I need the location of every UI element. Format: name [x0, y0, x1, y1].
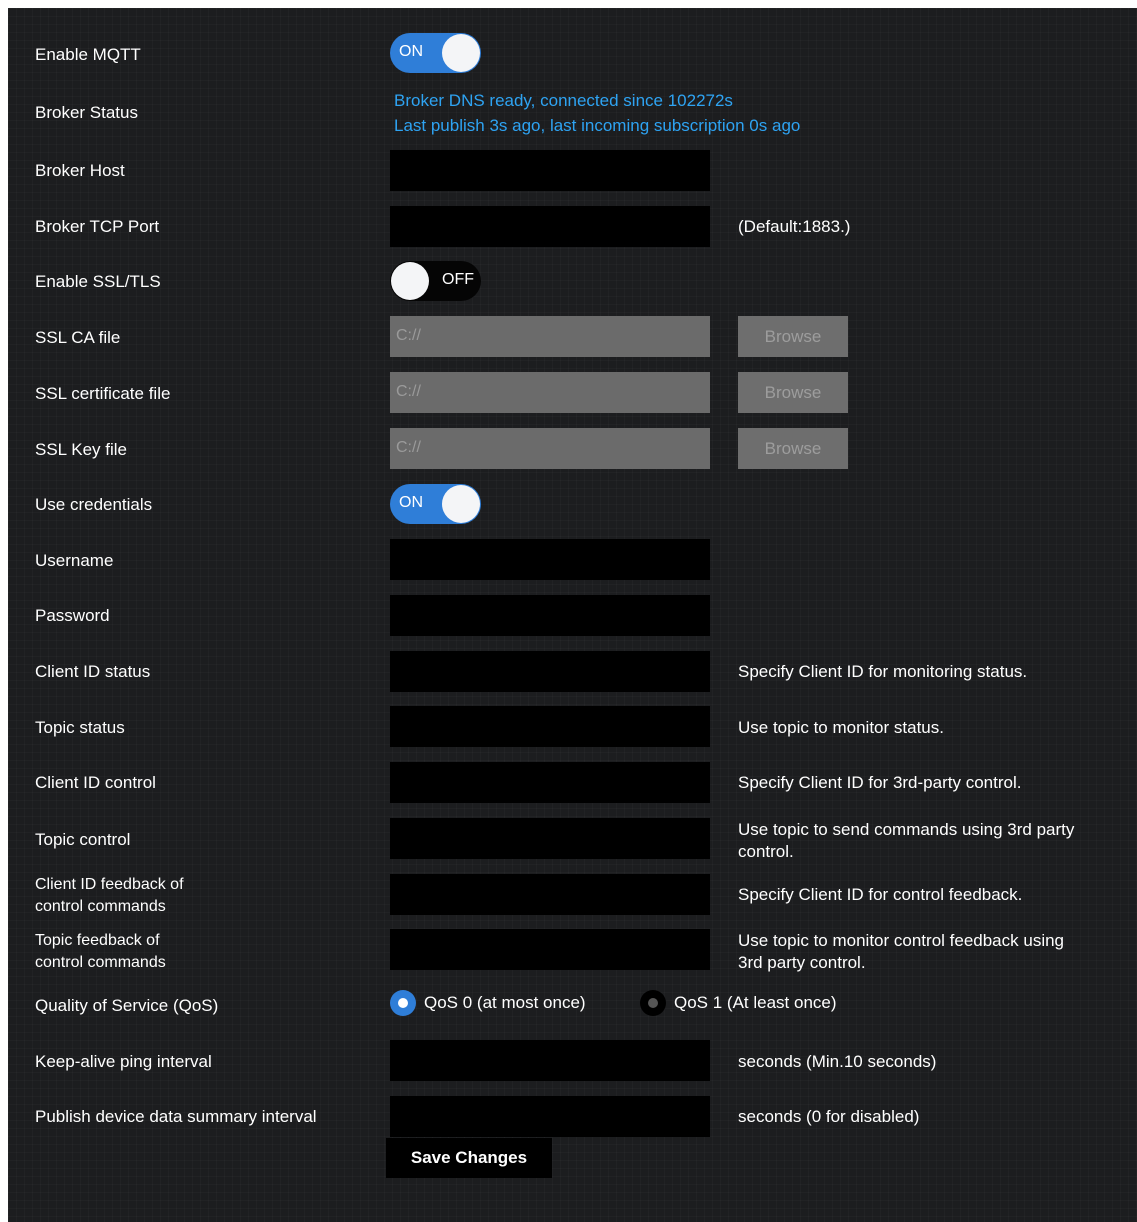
- broker-status-line-2: Last publish 3s ago, last incoming subsc…: [394, 116, 801, 135]
- toggle-knob: [442, 485, 480, 523]
- client-id-status-input[interactable]: [390, 651, 710, 692]
- qos-0-radio-option[interactable]: QoS 0 (at most once): [390, 990, 586, 1016]
- enable-ssl-label: Enable SSL/TLS: [35, 272, 161, 291]
- username-input[interactable]: [390, 539, 710, 580]
- toggle-knob: [442, 34, 480, 72]
- topic-feedback-hint-line-1: Use topic to monitor control feedback us…: [738, 931, 1065, 950]
- ssl-key-placeholder: C://: [396, 439, 421, 456]
- radio-selected-icon[interactable]: [390, 990, 416, 1016]
- toggle-state-text: ON: [399, 494, 423, 511]
- username-label: Username: [35, 551, 114, 570]
- client-id-feedback-label-line-2: control commands: [35, 898, 166, 915]
- ssl-cert-label: SSL certificate file: [35, 384, 171, 403]
- client-id-status-hint: Specify Client ID for monitoring status.: [738, 662, 1028, 681]
- save-changes-button[interactable]: Save Changes: [386, 1138, 552, 1178]
- client-id-control-label: Client ID control: [35, 773, 156, 792]
- toggle-state-text: ON: [399, 43, 423, 60]
- toggle-knob: [391, 262, 429, 300]
- ssl-cert-input[interactable]: C://: [390, 372, 710, 413]
- client-id-status-label: Client ID status: [35, 662, 151, 681]
- client-id-feedback-label-line-1: Client ID feedback of: [35, 876, 184, 893]
- topic-feedback-label-line-1: Topic feedback of: [35, 932, 160, 949]
- use-credentials-toggle[interactable]: ON: [390, 484, 481, 524]
- ssl-cert-placeholder: C://: [396, 383, 421, 400]
- ssl-key-label: SSL Key file: [35, 440, 127, 459]
- keepalive-hint: seconds (Min.10 seconds): [738, 1052, 937, 1071]
- enable-mqtt-toggle[interactable]: ON: [390, 33, 481, 73]
- client-id-feedback-hint: Specify Client ID for control feedback.: [738, 885, 1023, 904]
- qos-0-label: QoS 0 (at most once): [424, 993, 586, 1012]
- enable-ssl-toggle[interactable]: OFF: [390, 261, 481, 301]
- radio-unselected-icon[interactable]: [640, 990, 666, 1016]
- ssl-key-browse-button[interactable]: Browse: [738, 428, 848, 469]
- client-id-feedback-input[interactable]: [390, 874, 710, 915]
- client-id-control-input[interactable]: [390, 762, 710, 803]
- keepalive-input[interactable]: [390, 1040, 710, 1081]
- ssl-ca-placeholder: C://: [396, 327, 421, 344]
- qos-1-radio-option[interactable]: QoS 1 (At least once): [640, 990, 837, 1016]
- client-id-control-hint: Specify Client ID for 3rd-party control.: [738, 773, 1022, 792]
- topic-control-input[interactable]: [390, 818, 710, 859]
- topic-control-hint-line-1: Use topic to send commands using 3rd par…: [738, 820, 1075, 839]
- ssl-cert-browse-button[interactable]: Browse: [738, 372, 848, 413]
- broker-status-line-1: Broker DNS ready, connected since 102272…: [394, 91, 733, 110]
- qos-label: Quality of Service (QoS): [35, 996, 219, 1015]
- broker-host-input[interactable]: [390, 150, 710, 191]
- topic-control-hint-line-2: control.: [738, 842, 794, 861]
- password-input[interactable]: [390, 595, 710, 636]
- ssl-ca-browse-button[interactable]: Browse: [738, 316, 848, 357]
- toggle-state-text: OFF: [442, 271, 474, 288]
- topic-status-hint: Use topic to monitor status.: [738, 718, 944, 737]
- use-credentials-label: Use credentials: [35, 495, 153, 514]
- topic-control-label: Topic control: [35, 830, 131, 849]
- broker-status-label: Broker Status: [35, 103, 138, 122]
- ssl-key-input[interactable]: C://: [390, 428, 710, 469]
- keepalive-label: Keep-alive ping interval: [35, 1052, 212, 1071]
- ssl-ca-label: SSL CA file: [35, 328, 121, 347]
- topic-feedback-hint-line-2: 3rd party control.: [738, 953, 866, 972]
- broker-port-input[interactable]: [390, 206, 710, 247]
- topic-feedback-input[interactable]: [390, 929, 710, 970]
- publish-interval-hint: seconds (0 for disabled): [738, 1107, 920, 1126]
- qos-1-label: QoS 1 (At least once): [674, 993, 837, 1012]
- publish-interval-input[interactable]: [390, 1096, 710, 1137]
- topic-feedback-label-line-2: control commands: [35, 954, 166, 971]
- broker-port-hint: (Default:1883.): [738, 217, 851, 236]
- broker-port-label: Broker TCP Port: [35, 217, 160, 236]
- broker-host-label: Broker Host: [35, 161, 125, 180]
- publish-interval-label: Publish device data summary interval: [35, 1107, 317, 1126]
- password-label: Password: [35, 606, 110, 625]
- topic-status-input[interactable]: [390, 706, 710, 747]
- ssl-ca-input[interactable]: C://: [390, 316, 710, 357]
- topic-status-label: Topic status: [35, 718, 125, 737]
- enable-mqtt-label: Enable MQTT: [35, 45, 141, 64]
